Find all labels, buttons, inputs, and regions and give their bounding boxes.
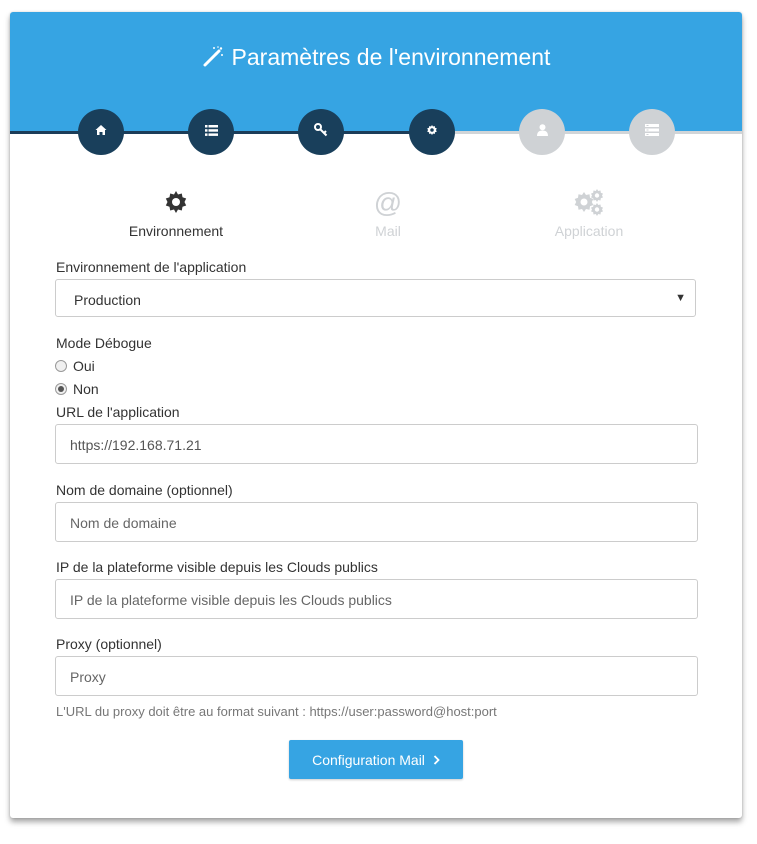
step-server[interactable] bbox=[629, 109, 675, 155]
sub-tabs: Environnement @ Mail Application bbox=[10, 187, 742, 247]
tab-environnement[interactable]: Environnement bbox=[76, 187, 276, 239]
gear-icon bbox=[426, 123, 438, 141]
url-input-value: https://192.168.71.21 bbox=[70, 437, 202, 453]
debug-radio-non[interactable]: Non bbox=[55, 381, 99, 397]
list-icon bbox=[204, 123, 218, 141]
user-icon bbox=[536, 123, 548, 141]
debug-radio-oui-label: Oui bbox=[73, 358, 95, 374]
env-select[interactable]: Production ▼ bbox=[55, 279, 696, 317]
next-mail-config-button[interactable]: Configuration Mail bbox=[289, 740, 463, 779]
proxy-input[interactable]: Proxy bbox=[55, 656, 698, 696]
wizard-card: Paramètres de l'environnement Environnem… bbox=[10, 12, 742, 818]
server-icon bbox=[645, 123, 659, 141]
domain-input-placeholder: Nom de domaine bbox=[70, 515, 177, 531]
step-key[interactable] bbox=[298, 109, 344, 155]
env-select-value: Production bbox=[74, 292, 141, 308]
step-list[interactable] bbox=[188, 109, 234, 155]
progress-track-todo bbox=[432, 131, 742, 134]
page-title: Paramètres de l'environnement bbox=[10, 44, 742, 74]
at-icon: @ bbox=[373, 187, 403, 218]
radio-circle-checked[interactable] bbox=[55, 383, 67, 395]
magic-wand-icon bbox=[202, 46, 224, 74]
wizard-header: Paramètres de l'environnement bbox=[10, 12, 742, 132]
radio-circle[interactable] bbox=[55, 360, 67, 372]
ip-input[interactable]: IP de la plateforme visible depuis les C… bbox=[55, 579, 698, 619]
step-user[interactable] bbox=[519, 109, 565, 155]
env-label: Environnement de l'application bbox=[56, 259, 247, 275]
step-home[interactable] bbox=[78, 109, 124, 155]
gears-icon bbox=[573, 188, 605, 219]
debug-label: Mode Débogue bbox=[56, 335, 152, 351]
url-input[interactable]: https://192.168.71.21 bbox=[55, 424, 698, 464]
domain-label: Nom de domaine (optionnel) bbox=[56, 482, 233, 498]
debug-radio-oui[interactable]: Oui bbox=[55, 358, 95, 374]
step-settings[interactable] bbox=[409, 109, 455, 155]
tab-mail-label: Mail bbox=[375, 223, 401, 239]
proxy-help-text: L'URL du proxy doit être au format suiva… bbox=[56, 704, 497, 719]
ip-input-placeholder: IP de la plateforme visible depuis les C… bbox=[70, 592, 392, 608]
chevron-down-icon: ▼ bbox=[675, 292, 686, 304]
home-icon bbox=[95, 123, 107, 141]
chevron-right-icon bbox=[433, 754, 440, 765]
tab-environnement-label: Environnement bbox=[128, 223, 224, 239]
proxy-label: Proxy (optionnel) bbox=[56, 636, 162, 652]
tab-application[interactable]: Application bbox=[489, 187, 689, 239]
key-icon bbox=[314, 122, 328, 142]
page-title-text: Paramètres de l'environnement bbox=[231, 44, 551, 70]
debug-radio-non-label: Non bbox=[73, 381, 99, 397]
gear-icon bbox=[164, 190, 188, 217]
tab-mail[interactable]: @ Mail bbox=[288, 187, 488, 240]
proxy-input-placeholder: Proxy bbox=[70, 669, 106, 685]
next-button-label: Configuration Mail bbox=[312, 751, 425, 768]
ip-label: IP de la plateforme visible depuis les C… bbox=[56, 559, 378, 575]
domain-input[interactable]: Nom de domaine bbox=[55, 502, 698, 542]
url-label: URL de l'application bbox=[56, 404, 180, 420]
tab-application-label: Application bbox=[554, 223, 624, 239]
